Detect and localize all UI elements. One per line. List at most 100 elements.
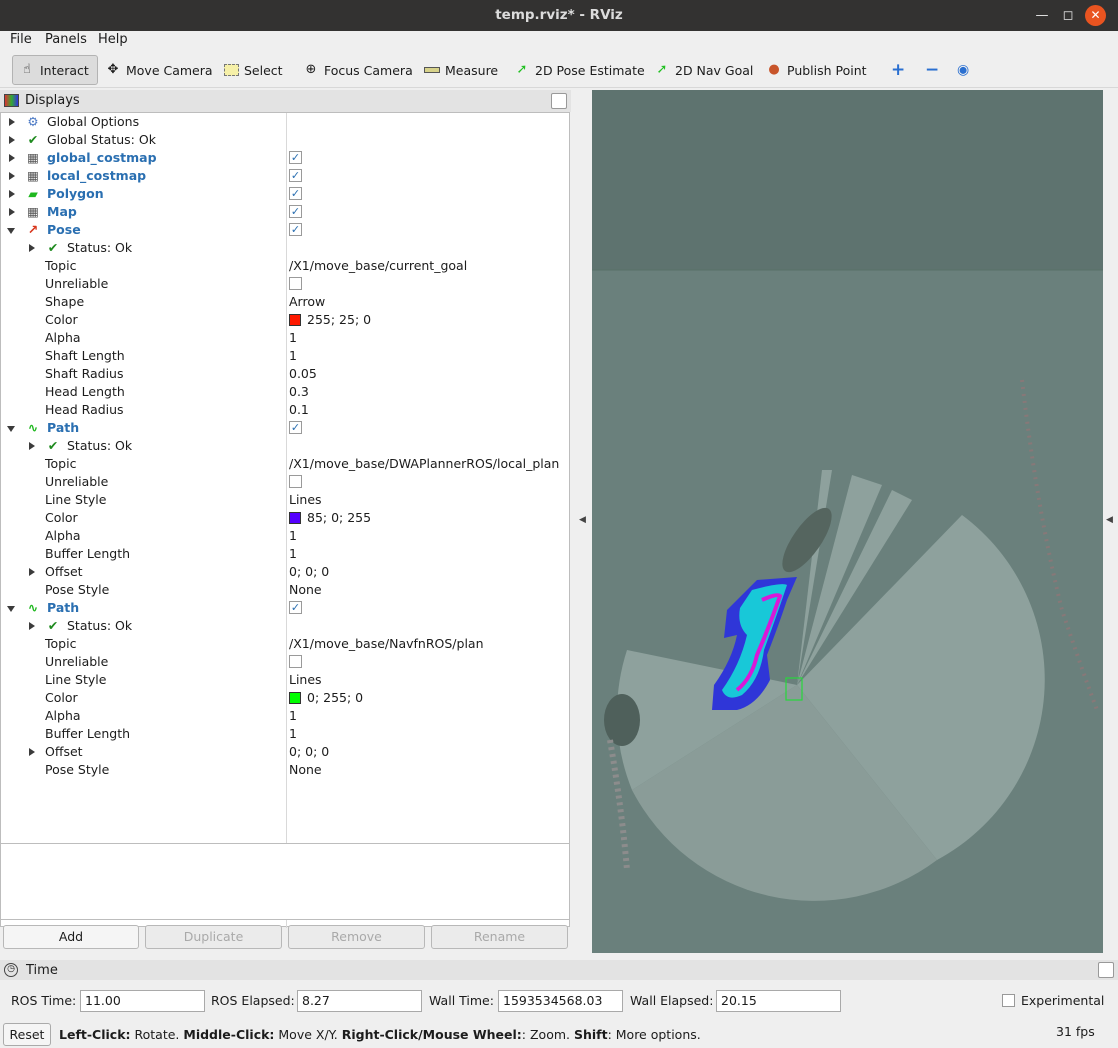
tree-row-pose[interactable]: ↗ Pose ✓ [1, 221, 569, 239]
select-tool-button[interactable]: Select [224, 55, 283, 85]
tree-row-status[interactable]: ✔ Status: Ok [1, 437, 569, 455]
property-row[interactable]: Line Style Lines [1, 671, 569, 689]
reset-button[interactable]: Reset [3, 1023, 51, 1046]
ros-time-field[interactable]: 11.00 [80, 990, 205, 1012]
add-tool-button[interactable]: + [891, 55, 905, 85]
move-camera-tool-button[interactable]: ✥ Move Camera [105, 55, 213, 85]
remove-button[interactable]: Remove [288, 925, 425, 949]
expand-right-icon[interactable] [29, 244, 35, 252]
property-value[interactable]: 255; 25; 0 [289, 311, 371, 329]
property-row[interactable]: Color 0; 255; 0 [1, 689, 569, 707]
property-row[interactable]: Pose Style None [1, 761, 569, 779]
expand-right-icon[interactable] [9, 136, 15, 144]
property-row[interactable]: Line Style Lines [1, 491, 569, 509]
property-row[interactable]: Unreliable [1, 653, 569, 671]
wall-time-field[interactable]: 1593534568.03 [498, 990, 623, 1012]
enabled-checkbox[interactable]: ✓ [289, 187, 302, 200]
expand-down-icon[interactable] [7, 228, 15, 234]
remove-tool-button[interactable]: − [925, 55, 939, 85]
pose-estimate-tool-button[interactable]: ➚ 2D Pose Estimate [514, 55, 645, 85]
expand-right-icon[interactable] [29, 748, 35, 756]
enabled-checkbox[interactable] [289, 655, 302, 668]
expand-down-icon[interactable] [7, 426, 15, 432]
property-row[interactable]: Shaft Length 1 [1, 347, 569, 365]
expand-right-icon[interactable] [9, 190, 15, 198]
menu-help[interactable]: Help [98, 32, 128, 47]
property-row[interactable]: Unreliable [1, 275, 569, 293]
property-row[interactable]: Color 85; 0; 255 [1, 509, 569, 527]
view-menu-button[interactable]: ◉ [957, 55, 969, 85]
property-row[interactable]: Alpha 1 [1, 707, 569, 725]
minimize-icon[interactable]: — [1029, 0, 1055, 31]
property-row[interactable]: Topic/X1/move_base/NavfnROS/plan [1, 635, 569, 653]
enabled-checkbox[interactable] [289, 475, 302, 488]
property-row[interactable]: Shape Arrow [1, 293, 569, 311]
maximize-icon[interactable]: ◻ [1055, 0, 1081, 31]
property-value[interactable]: 0.1 [289, 401, 309, 419]
tree-row-local-costmap[interactable]: ▦ local_costmap ✓ [1, 167, 569, 185]
property-row[interactable]: Topic/X1/move_base/DWAPlannerROS/local_p… [1, 455, 569, 473]
expand-right-icon[interactable] [9, 118, 15, 126]
property-value[interactable]: 0.05 [289, 365, 317, 383]
property-value[interactable]: 1 [289, 527, 297, 545]
property-value[interactable]: 0; 0; 0 [289, 563, 329, 581]
property-row[interactable]: Pose Style None [1, 581, 569, 599]
property-row[interactable]: Alpha 1 [1, 329, 569, 347]
property-value[interactable]: 1 [289, 545, 297, 563]
tree-row-status[interactable]: ✔ Status: Ok [1, 617, 569, 635]
enabled-checkbox[interactable]: ✓ [289, 421, 302, 434]
nav-goal-tool-button[interactable]: ➚ 2D Nav Goal [654, 55, 754, 85]
property-value[interactable]: 1 [289, 329, 297, 347]
float-panel-button[interactable] [551, 93, 567, 109]
property-row[interactable]: Buffer Length 1 [1, 725, 569, 743]
enabled-checkbox[interactable]: ✓ [289, 151, 302, 164]
expand-down-icon[interactable] [7, 606, 15, 612]
property-value[interactable]: /X1/move_base/current_goal [289, 257, 467, 275]
property-row[interactable]: Offset 0; 0; 0 [1, 743, 569, 761]
property-value[interactable]: Arrow [289, 293, 325, 311]
interact-tool-button[interactable]: ☝ Interact [12, 55, 98, 85]
property-row[interactable]: Unreliable [1, 473, 569, 491]
property-row[interactable]: Alpha 1 [1, 527, 569, 545]
property-value[interactable]: 0; 255; 0 [289, 689, 363, 707]
tree-row-status[interactable]: ✔ Status: Ok [1, 239, 569, 257]
property-row[interactable]: Shaft Radius 0.05 [1, 365, 569, 383]
enabled-checkbox[interactable]: ✓ [289, 205, 302, 218]
expand-right-icon[interactable] [9, 172, 15, 180]
property-value[interactable]: /X1/move_base/NavfnROS/plan [289, 635, 484, 653]
float-panel-button[interactable] [1098, 962, 1114, 978]
add-button[interactable]: Add [3, 925, 139, 949]
property-row[interactable]: Offset 0; 0; 0 [1, 563, 569, 581]
menu-file[interactable]: File [10, 32, 32, 47]
tree-row-map[interactable]: ▦ Map ✓ [1, 203, 569, 221]
experimental-checkbox[interactable] [1002, 994, 1015, 1007]
property-value[interactable]: None [289, 761, 322, 779]
menu-panels[interactable]: Panels [45, 32, 87, 47]
close-icon[interactable]: ✕ [1085, 5, 1106, 26]
property-row[interactable]: Buffer Length 1 [1, 545, 569, 563]
collapse-right-icon[interactable]: ◀ [1106, 515, 1113, 525]
expand-right-icon[interactable] [9, 208, 15, 216]
property-value[interactable]: /X1/move_base/DWAPlannerROS/local_plan [289, 455, 559, 473]
enabled-checkbox[interactable]: ✓ [289, 223, 302, 236]
property-value[interactable]: 1 [289, 347, 297, 365]
property-value[interactable]: Lines [289, 491, 322, 509]
property-value[interactable]: None [289, 581, 322, 599]
property-row[interactable]: Color 255; 25; 0 [1, 311, 569, 329]
tree-row-global-status[interactable]: ✔ Global Status: Ok [1, 131, 569, 149]
expand-right-icon[interactable] [29, 568, 35, 576]
tree-row-path2[interactable]: ∿ Path ✓ [1, 599, 569, 617]
property-value[interactable]: 0; 0; 0 [289, 743, 329, 761]
ros-elapsed-field[interactable]: 8.27 [297, 990, 422, 1012]
wall-elapsed-field[interactable]: 20.15 [716, 990, 841, 1012]
expand-right-icon[interactable] [29, 442, 35, 450]
publish-point-tool-button[interactable]: ● Publish Point [766, 55, 866, 85]
tree-row-polygon[interactable]: ▰ Polygon ✓ [1, 185, 569, 203]
focus-camera-tool-button[interactable]: ⊕ Focus Camera [303, 55, 413, 85]
property-value[interactable]: 1 [289, 707, 297, 725]
enabled-checkbox[interactable]: ✓ [289, 601, 302, 614]
property-row[interactable]: Topic/X1/move_base/current_goal [1, 257, 569, 275]
tree-row-global-costmap[interactable]: ▦ global_costmap ✓ [1, 149, 569, 167]
expand-right-icon[interactable] [9, 154, 15, 162]
tree-row-path1[interactable]: ∿ Path ✓ [1, 419, 569, 437]
